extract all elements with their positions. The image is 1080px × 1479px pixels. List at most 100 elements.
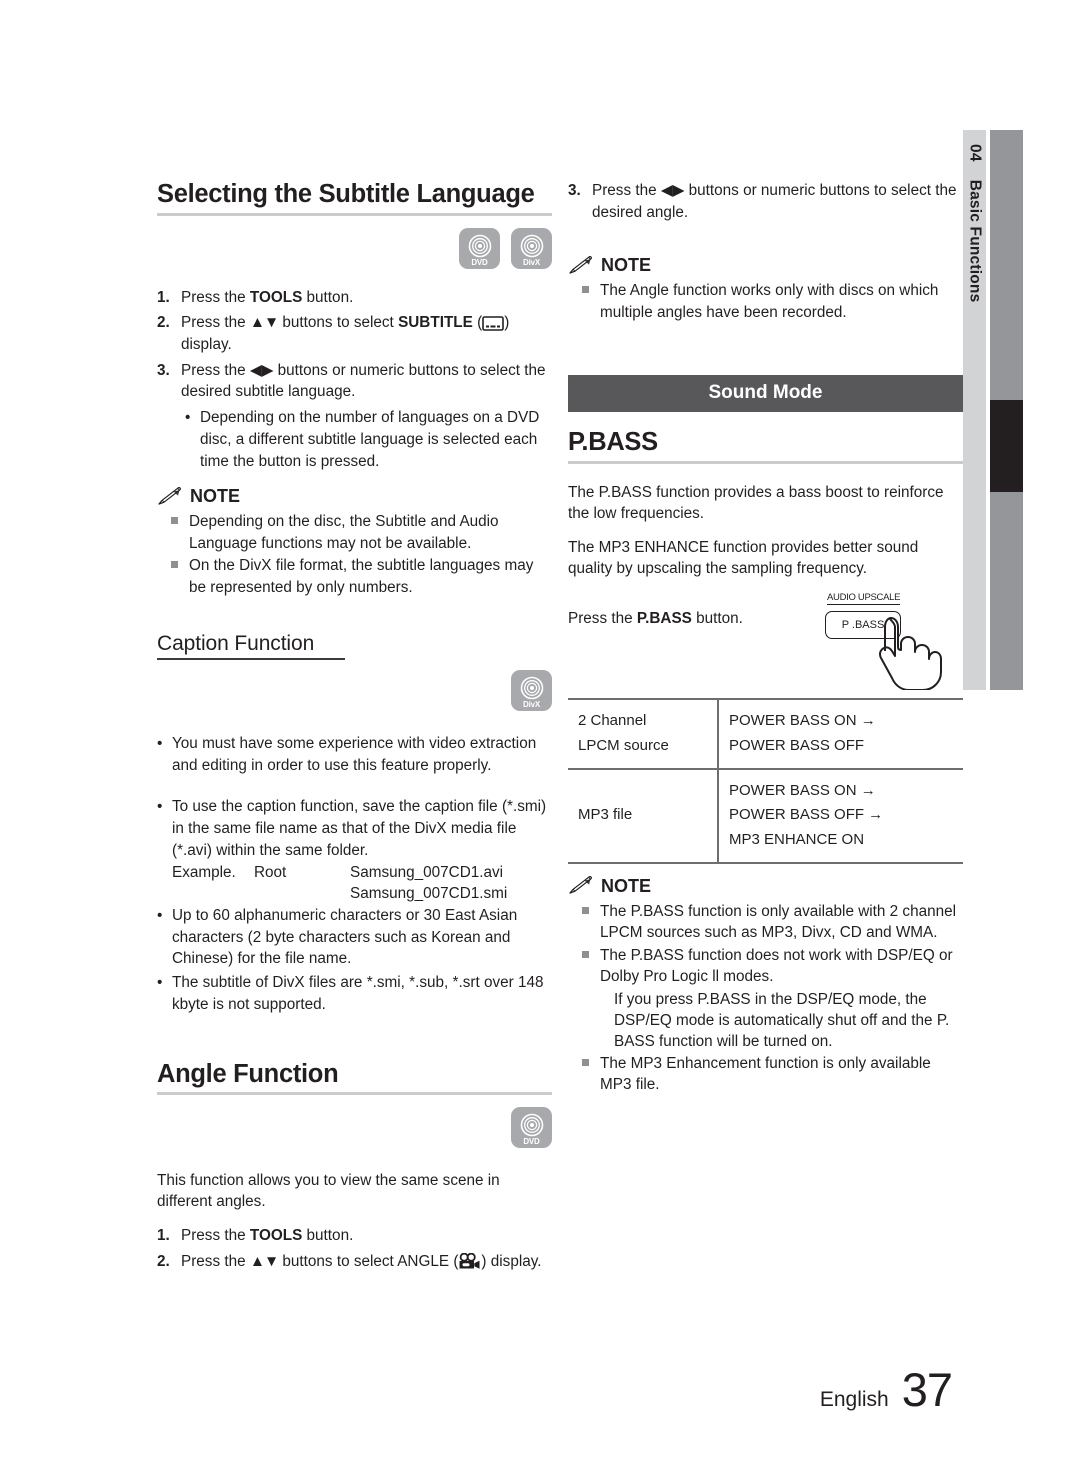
list-item: 3. Press the ◀▶ buttons or numeric butto… [568,180,963,223]
chapter-position-marker [990,400,1023,492]
source-line: 2 Channel [578,712,647,730]
note-item: On the DivX file format, the subtitle la… [157,555,552,598]
sound-mode-banner: Sound Mode [568,375,963,413]
bullet-text: Depending on the number of languages on … [200,409,540,470]
step-number: 2. [157,1253,170,1271]
note-text: The Angle function works only with discs… [600,282,939,321]
note-bullet [582,1053,600,1096]
step-text: Press the TOOLS button. [181,288,354,306]
press-pbass-text: Press the P.BASS button. [568,610,743,628]
example-block: Example. Root Samsung_007CD1.avi Samsung… [172,862,552,905]
note-heading: NOTE [157,486,552,507]
example-file-smi: Samsung_007CD1.smi [350,885,508,903]
table-row: 2 Channel LPCM source POWER BASS ON → PO… [568,698,963,770]
badge-divx: DivX [511,669,552,711]
note-text: The MP3 Enhancement function is only ava… [600,1054,931,1094]
mode-line: POWER BASS OFF → [729,806,884,824]
step-text: Press the ▲▼ buttons to select SUBTITLE … [181,314,510,353]
chapter-tab: 04 Basic Functions [963,130,986,690]
pbass-button-illustration: AUDIO UPSCALE P .BASS [813,592,963,691]
list-item: • To use the caption function, save the … [157,796,552,861]
bullet-text: Up to 60 alphanumeric characters or 30 E… [172,906,518,968]
mode-line: POWER BASS OFF [729,736,865,754]
source-line: MP3 file [578,806,633,824]
disc-icon [468,234,491,257]
note-subtext: If you press P.BASS in the DSP/EQ mode, … [614,990,950,1051]
chapter-title: Basic Functions [966,179,984,303]
disc-icon [520,1113,543,1137]
source-line: LPCM source [578,736,669,754]
badge-label: DivX [523,699,540,709]
right-column: 3. Press the ◀▶ buttons or numeric butto… [568,180,963,1097]
step-text: Press the ▲▼ buttons to select ANGLE () … [181,1253,542,1271]
bullet-text: The subtitle of DivX files are *.smi, *.… [172,974,544,1013]
bullet-text: To use the caption function, save the ca… [172,798,547,859]
angle-function-heading: Angle Function [157,1059,339,1088]
step-number: 3. [157,361,170,379]
step-text: Press the TOOLS button. [181,1227,354,1245]
badge-dvd: DVD [511,1107,552,1149]
list-item: • The subtitle of DivX files are *.smi, … [157,972,552,1015]
left-column: Selecting the Subtitle Language DVD DivX… [157,180,552,1277]
note-bullet [582,901,600,944]
list-item: 3. Press the ◀▶ buttons or numeric butto… [157,360,552,403]
table-cell-modes: POWER BASS ON → POWER BASS OFF → MP3 ENH… [718,768,963,864]
mode-line: POWER BASS ON → [729,712,876,730]
note-text: The P.BASS function is only available wi… [600,902,957,942]
pencil-icon [158,486,181,505]
badge-label: DivX [523,257,540,267]
note-bullet [582,280,600,323]
caption-heading-rule [157,657,345,660]
title-rule [157,212,552,216]
note-item: The MP3 Enhancement function is only ava… [568,1053,963,1096]
note-text: On the DivX file format, the subtitle la… [189,557,534,596]
note-text: Depending on the disc, the Subtitle and … [189,513,499,552]
page-footer: English 37 [820,1362,953,1417]
sound-mode-table: 2 Channel LPCM source POWER BASS ON → PO… [568,698,963,864]
list-item: • Depending on the number of languages o… [185,407,552,472]
table-row: MP3 file POWER BASS ON → POWER BASS OFF … [568,768,963,864]
badge-label: DVD [471,257,488,267]
note-text: The P.BASS function does not work with D… [600,946,953,986]
table-cell-source: 2 Channel LPCM source [568,698,719,770]
disc-badges-angle: DVD [157,1107,552,1149]
note-item: Depending on the disc, the Subtitle and … [157,511,552,554]
pbass-paragraph-2: The MP3 ENHANCE function provides better… [568,539,919,578]
pbass-heading: P.BASS [568,428,658,457]
disc-badges-subtitle: DVD DivX [157,227,552,269]
table-cell-modes: POWER BASS ON → POWER BASS OFF [718,698,963,770]
angle-heading-rule [157,1092,552,1096]
note-bullet [582,945,600,988]
list-item: • You must have some experience with vid… [157,733,552,776]
note-item: The Angle function works only with discs… [568,280,963,323]
pointing-hand-icon [879,617,942,691]
pencil-icon [569,876,592,895]
angle-intro: This function allows you to view the sam… [157,1172,500,1211]
caption-function-heading: Caption Function [157,631,315,655]
table-cell-source: MP3 file [568,768,719,864]
bullet-text: You must have some experience with video… [172,734,537,774]
step-number: 2. [157,314,170,332]
mode-line: POWER BASS ON → [729,781,876,799]
step-number: 1. [157,288,170,306]
bullet-dot: • [157,906,163,924]
list-item: 1. Press the TOOLS button. [157,1225,552,1247]
note-bullet [171,511,189,554]
pencil-icon [569,255,592,274]
list-item: 2. Press the ▲▼ buttons to select ANGLE … [157,1251,552,1273]
page-title: Selecting the Subtitle Language [157,180,535,208]
disc-badges-caption: DivX [157,669,552,711]
badge-divx: DivX [511,227,552,269]
badge-dvd: DVD [459,227,500,269]
movie-camera-icon [459,1253,480,1269]
bullet-dot: • [157,974,163,992]
example-file-avi: Samsung_007CD1.avi [350,863,504,881]
note-label: NOTE [601,255,652,276]
list-item: • Up to 60 alphanumeric characters or 30… [157,905,552,970]
pbass-heading-rule [568,460,963,464]
note-heading: NOTE [568,876,963,897]
chapter-number: 04 [966,144,984,162]
disc-icon [520,234,543,257]
disc-icon [520,676,543,700]
note-item: The P.BASS function is only available wi… [568,901,963,944]
